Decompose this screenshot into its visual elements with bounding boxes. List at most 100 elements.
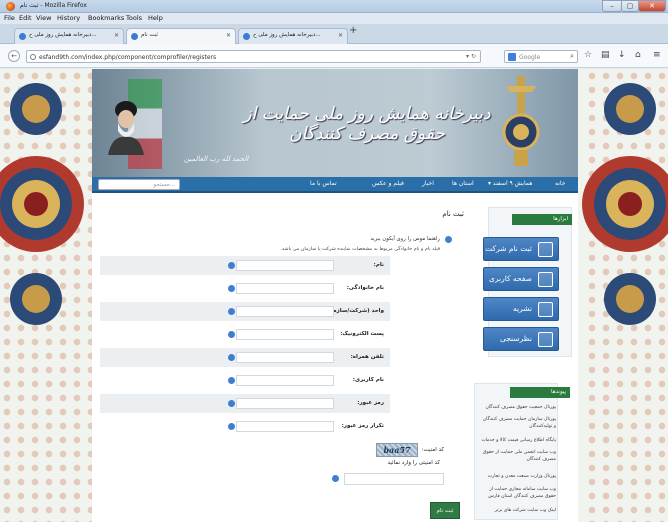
publication-button[interactable]: نشریه (483, 297, 559, 321)
menu-bookmarks[interactable]: Bookmarks (88, 14, 124, 22)
help-icon[interactable] (332, 475, 339, 482)
tab-label: دبیرخانه همایش روز ملی ح... (29, 32, 97, 38)
help-icon[interactable] (228, 377, 235, 384)
info-icon[interactable] (445, 236, 452, 243)
building-icon (538, 242, 553, 257)
username-input[interactable] (236, 375, 334, 386)
field-password-repeat: تکرار رمز عبور: (100, 417, 390, 436)
help-icon[interactable] (228, 262, 235, 269)
field-username: نام کاربری: (100, 371, 390, 390)
tab-conference-1[interactable]: دبیرخانه همایش روز ملی ح... ✕ (14, 28, 124, 44)
globe-icon (30, 54, 36, 60)
search-bar[interactable]: Google ⌕ (504, 50, 578, 63)
survey-button[interactable]: نظرسنجی (483, 327, 559, 351)
menu-icon[interactable]: ≡ (653, 50, 661, 60)
help-icon[interactable] (228, 285, 235, 292)
bookmarks-list-icon[interactable]: ▤ (601, 50, 610, 60)
maximize-button[interactable]: ▢ (621, 0, 639, 12)
password-input[interactable] (236, 398, 334, 409)
help-icon[interactable] (228, 331, 235, 338)
last-name-input[interactable] (236, 283, 334, 294)
new-tab-button[interactable]: + (349, 25, 357, 36)
menu-home[interactable]: خانه (555, 180, 565, 187)
window-titlebar: ثبت نام - Mozilla Firefox – ▢ ✕ (0, 0, 668, 13)
field-first-name: نام: (100, 256, 390, 275)
link-ministry-portal[interactable]: پورتال وزارت صنعت معدن و تجارت (480, 473, 556, 480)
navigation-bar: ← esfand9th.com/index.php/component/comp… (0, 44, 668, 68)
menu-conference[interactable]: همایش ۹ اسفند ▾ (488, 180, 532, 187)
menu-help[interactable]: Help (148, 14, 163, 22)
close-tab-icon[interactable]: ✕ (114, 32, 119, 39)
document-icon (538, 302, 553, 317)
captcha-label: کد امنیت: (421, 447, 444, 453)
banner-title: دبیرخانه همایش روز ملی حمایت از حقوق مصر… (243, 104, 491, 144)
site-icon (131, 33, 138, 40)
captcha-prompt: کد امنیتی را وارد نمائید (387, 460, 440, 466)
menu-file[interactable]: File (4, 14, 15, 22)
user-icon (538, 272, 553, 287)
ornament-left (0, 83, 84, 325)
menu-edit[interactable]: Edit (19, 14, 32, 22)
banner-signature: الحمد لله رب العالمین (184, 155, 249, 163)
email-input[interactable] (236, 329, 334, 340)
tools-heading: ابزارها (512, 214, 572, 225)
tab-label: دبیرخانه همایش روز ملی ح... (253, 32, 321, 38)
window-title: ثبت نام - Mozilla Firefox (20, 2, 87, 9)
password-repeat-input[interactable] (236, 421, 334, 432)
field-organization: واحد (شرکت/سازمان): (100, 302, 390, 321)
first-name-input[interactable] (236, 260, 334, 271)
url-bar[interactable]: esfand9th.com/index.php/component/compro… (26, 50, 481, 63)
link-national-association[interactable]: وب سایت انجمن ملی حمایت از حقوق مصرف کنن… (480, 449, 556, 464)
links-heading: پیوندها (510, 387, 570, 398)
url-text: esfand9th.com/index.php/component/compro… (39, 53, 217, 61)
help-icon[interactable] (228, 308, 235, 315)
help-icon[interactable] (228, 423, 235, 430)
tab-register[interactable]: ثبت نام ✕ (126, 28, 236, 44)
mobile-input[interactable] (236, 352, 334, 363)
ornament-right (582, 83, 668, 325)
minimize-button[interactable]: – (602, 0, 622, 12)
menu-news[interactable]: اخبار (422, 180, 434, 187)
site-search-input[interactable]: جستجو... (98, 179, 180, 190)
page-title: ثبت نام (442, 210, 464, 218)
home-icon[interactable]: ⌂ (635, 50, 641, 60)
menu-contact[interactable]: تماس با ما (310, 180, 337, 187)
guide-text: راهنما موس را روی آیکون ببرید (370, 236, 440, 242)
close-tab-icon[interactable]: ✕ (226, 32, 231, 39)
reload-icon[interactable]: ▾ ↻ (466, 53, 476, 60)
close-tab-icon[interactable]: ✕ (338, 32, 343, 39)
organization-input[interactable] (236, 306, 334, 317)
search-icon[interactable]: ⌕ (570, 52, 574, 61)
survey-icon (538, 332, 553, 347)
help-icon[interactable] (228, 354, 235, 361)
link-consumer-rights-portal[interactable]: پورتال جمعیت حقوق مصرف کنندگان (480, 404, 556, 411)
help-icon[interactable] (228, 400, 235, 407)
captcha-input[interactable] (344, 473, 444, 485)
bookmark-star-icon[interactable]: ☆ (584, 50, 592, 60)
tab-conference-2[interactable]: دبیرخانه همایش روز ملی ح... ✕ (238, 28, 348, 44)
field-password: رمز عبور: (100, 394, 390, 413)
field-email: پست الکترونیک: (100, 325, 390, 344)
link-protection-organization[interactable]: پورتال سازمان حمایت مصرف کنندگان و تولید… (480, 416, 556, 431)
menu-provinces[interactable]: استان ها (452, 180, 474, 187)
company-register-button[interactable]: ثبت نام شرکت ها (477, 237, 559, 261)
close-window-button[interactable]: ✕ (638, 0, 666, 12)
field-mobile: تلفن همراه: (100, 348, 390, 367)
link-top-companies[interactable]: لینک وب سایت شرکت های برتر (480, 507, 556, 514)
menu-media[interactable]: فیلم و عکس (372, 180, 404, 187)
menu-tools[interactable]: Tools (126, 14, 142, 22)
site-icon (19, 33, 26, 40)
form-note: فیلد نام و نام خانوادگی مربوط به مشخصات … (280, 247, 440, 252)
field-last-name: نام خانوادگی: (100, 279, 390, 298)
menu-view[interactable]: View (36, 14, 51, 22)
user-page-button[interactable]: صفحه کاربری (483, 267, 559, 291)
link-fars-province[interactable]: وب سایت سامانه مجازی حمایت از حقوق مصرف … (480, 486, 556, 501)
search-placeholder: Google (519, 53, 541, 61)
site-banner: دبیرخانه همایش روز ملی حمایت از حقوق مصر… (92, 69, 578, 177)
download-icon[interactable]: ↓ (618, 50, 626, 60)
tab-strip: دبیرخانه همایش روز ملی ح... ✕ ثبت نام ✕ … (0, 24, 668, 44)
register-submit-button[interactable]: ثبت نام (430, 502, 460, 519)
menu-history[interactable]: History (57, 14, 80, 22)
back-arrow-icon[interactable]: ← (8, 50, 20, 62)
link-price-information[interactable]: پایگاه اطلاع رسانی قیمت کالا و خدمات (480, 437, 556, 444)
